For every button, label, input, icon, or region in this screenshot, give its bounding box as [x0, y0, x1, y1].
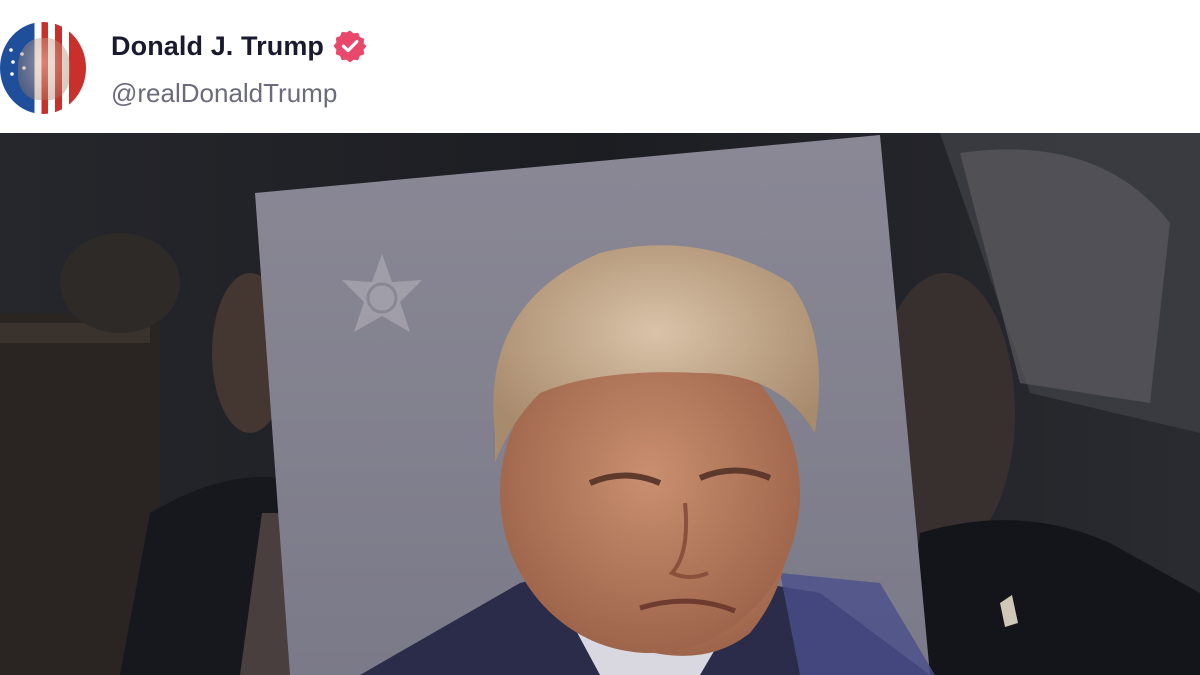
author-display-name[interactable]: Donald J. Trump: [111, 31, 324, 62]
author-handle[interactable]: @realDonaldTrump: [111, 78, 337, 109]
post-media-image[interactable]: [0, 133, 1200, 675]
post-card: Donald J. Trump @realDonaldTrump: [0, 0, 1200, 675]
photo-canvas: [0, 133, 1200, 675]
author-name-row: Donald J. Trump: [111, 28, 367, 64]
author-avatar[interactable]: [0, 22, 86, 114]
post-header: Donald J. Trump @realDonaldTrump: [0, 0, 1200, 133]
avatar-face: [18, 38, 70, 100]
verified-badge-icon: [333, 30, 367, 63]
